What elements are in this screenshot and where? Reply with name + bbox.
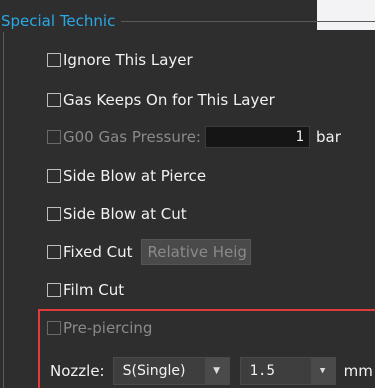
side-blow-pierce-option[interactable]: Side Blow at Pierce [47,166,206,186]
chevron-down-icon[interactable]: ▼ [204,358,229,384]
side-blow-pierce-label: Side Blow at Pierce [63,167,207,185]
g00-gas-pressure-checkbox[interactable] [47,130,61,144]
film-cut-option[interactable]: Film Cut [47,280,124,300]
film-cut-checkbox[interactable] [47,283,61,297]
gas-keeps-on-option[interactable]: Gas Keeps On for This Layer [47,90,275,110]
nozzle-type-value: S(Single) [122,363,186,379]
nozzle-size-select[interactable]: 1.5 ▼ [239,357,336,385]
gas-keeps-on-label: Gas Keeps On for This Layer [63,91,275,109]
relative-height-button[interactable]: Relative Heig [140,239,251,265]
pre-piercing-checkbox[interactable] [47,321,61,335]
pre-piercing-label: Pre-piercing [63,319,153,337]
pre-piercing-option[interactable]: Pre-piercing [47,318,152,338]
fixed-cut-option[interactable]: Fixed Cut Relative Heig [47,239,251,265]
ignore-layer-checkbox[interactable] [47,53,61,67]
side-blow-pierce-checkbox[interactable] [47,169,61,183]
nozzle-row: Nozzle: S(Single) ▼ 1.5 ▼ mm [50,357,373,385]
nozzle-label: Nozzle: [50,362,105,380]
chevron-down-icon[interactable]: ▼ [310,358,335,384]
nozzle-unit: mm [343,362,373,380]
nozzle-type-select[interactable]: S(Single) ▼ [112,357,230,385]
side-blow-cut-option[interactable]: Side Blow at Cut [47,204,187,224]
side-blow-cut-checkbox[interactable] [47,207,61,221]
fixed-cut-label: Fixed Cut [63,243,133,261]
g00-gas-pressure-unit: bar [315,128,341,146]
group-title: Special Technic [0,10,122,32]
film-cut-label: Film Cut [63,281,125,299]
side-blow-cut-label: Side Blow at Cut [63,205,187,223]
ignore-layer-label: Ignore This Layer [63,51,193,69]
ignore-layer-option[interactable]: Ignore This Layer [47,50,193,70]
gas-keeps-on-checkbox[interactable] [47,93,61,107]
fixed-cut-checkbox[interactable] [47,245,61,259]
g00-gas-pressure-label: G00 Gas Pressure: [63,128,201,146]
g00-gas-pressure-option[interactable]: G00 Gas Pressure: 1 bar [47,126,341,148]
g00-gas-pressure-input[interactable]: 1 [204,126,310,148]
nozzle-size-value: 1.5 [249,363,275,379]
